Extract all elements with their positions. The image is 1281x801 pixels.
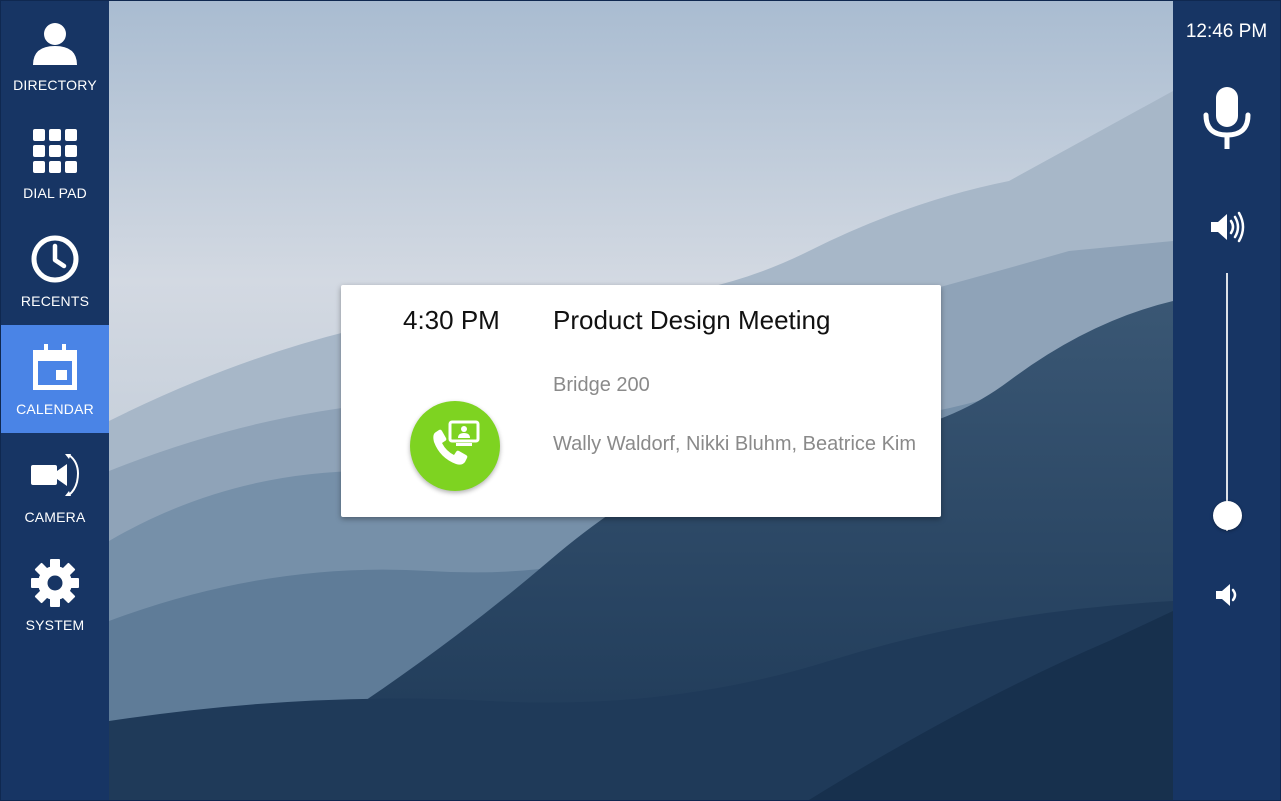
right-panel: 12:46 PM — [1173, 1, 1280, 800]
microphone-button[interactable] — [1201, 85, 1253, 153]
nav-item-dialpad[interactable]: DIAL PAD — [1, 109, 109, 217]
nav-item-system[interactable]: SYSTEM — [1, 541, 109, 649]
clock-time: 12:46 PM — [1185, 21, 1268, 42]
nav-item-directory[interactable]: DIRECTORY — [1, 1, 109, 109]
nav-label-dialpad: DIAL PAD — [23, 185, 87, 201]
volume-up-button[interactable] — [1209, 211, 1245, 243]
join-meeting-button[interactable] — [410, 401, 500, 491]
dialpad-grid-icon — [29, 125, 81, 177]
volume-up-icon — [1209, 211, 1245, 247]
meeting-card: 4:30 PM Product Design Meeting Bridge 20… — [341, 285, 941, 517]
meeting-title: Product Design Meeting — [553, 305, 831, 335]
nav-label-system: SYSTEM — [25, 617, 85, 633]
clock-icon — [29, 233, 81, 285]
nav-label-camera: CAMERA — [24, 509, 86, 525]
nav-label-directory: DIRECTORY — [13, 77, 97, 93]
calendar-icon — [29, 341, 81, 393]
volume-slider-thumb[interactable] — [1213, 501, 1242, 531]
nav-label-calendar: CALENDAR — [16, 401, 94, 417]
nav-item-calendar[interactable]: CALENDAR — [1, 325, 109, 433]
nav-item-recents[interactable]: RECENTS — [1, 217, 109, 325]
microphone-icon — [1201, 87, 1253, 157]
meeting-attendees: Wally Waldorf, Nikki Bluhm, Beatrice Kim — [553, 433, 917, 455]
nav-label-recents: RECENTS — [20, 293, 90, 309]
meeting-time: 4:30 PM — [403, 305, 500, 335]
person-icon — [29, 17, 81, 69]
left-nav: DIRECTORY DIAL PAD RECENTS CALENDAR CAME… — [1, 1, 109, 800]
camera-switch-icon — [29, 449, 81, 501]
nav-item-camera[interactable]: CAMERA — [1, 433, 109, 541]
volume-slider-track[interactable] — [1226, 273, 1228, 531]
meeting-location: Bridge 200 — [553, 374, 650, 396]
gear-icon — [29, 557, 81, 609]
volume-down-button[interactable] — [1213, 581, 1241, 609]
volume-down-icon — [1213, 584, 1241, 613]
phone-screen-share-icon — [428, 420, 482, 473]
